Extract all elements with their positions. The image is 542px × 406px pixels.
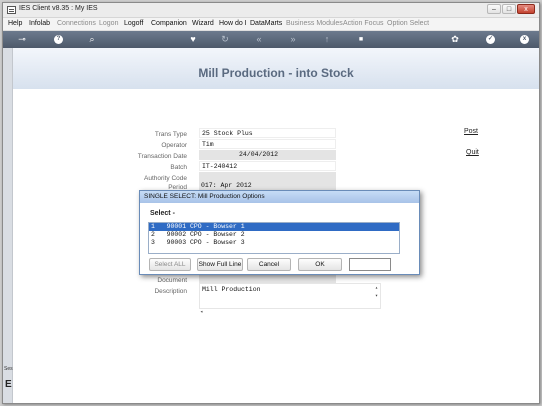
operator-field[interactable]: Tim xyxy=(199,139,336,149)
side-panel-icon: E xyxy=(5,379,12,390)
menu-logon[interactable]: Logon xyxy=(99,20,118,27)
dialog-button-bar: Select ALL Show Full Line Cancel OK xyxy=(142,258,416,271)
show-full-line-button[interactable]: Show Full Line xyxy=(197,258,243,271)
transaction-date-field[interactable]: 24/04/2012 xyxy=(199,150,336,160)
heart-icon[interactable]: ♥ xyxy=(188,33,198,46)
side-panel: Ses E xyxy=(3,48,13,403)
menu-business-modules[interactable]: Business Modules xyxy=(286,20,343,27)
batch-label: Batch xyxy=(170,164,187,171)
batch-field[interactable]: IT-240412 xyxy=(199,161,336,171)
search-icon[interactable]: ⌕ xyxy=(87,33,97,46)
description-text: Mill Production xyxy=(202,286,261,293)
document-label: Document xyxy=(157,277,187,284)
description-scrollbar[interactable]: ▴ ▾ xyxy=(373,284,380,308)
list-item[interactable]: 1 90001 CPO - Bowser 1 xyxy=(149,223,399,231)
menu-infolab[interactable]: Infolab xyxy=(29,20,50,27)
authority-code-label: Authority Code xyxy=(144,175,187,182)
menu-connections[interactable]: Connections xyxy=(57,20,96,27)
menu-help[interactable]: Help xyxy=(8,20,22,27)
page-banner: Mill Production - into Stock xyxy=(13,48,539,89)
window-title: IES Client v8.35 : My IES xyxy=(19,5,98,12)
menu-wizard[interactable]: Wizard xyxy=(192,20,214,27)
forward-icon[interactable]: » xyxy=(288,33,298,46)
page-title: Mill Production - into Stock xyxy=(198,66,354,80)
menu-companion[interactable]: Companion xyxy=(151,20,187,27)
menu-action-focus[interactable]: Action Focus xyxy=(343,20,383,27)
ok-icon[interactable]: ✓ xyxy=(486,35,495,44)
dialog-title: SINGLE SELECT: Mill Production Options xyxy=(140,191,419,203)
back-icon[interactable]: « xyxy=(254,33,264,46)
upload-icon[interactable]: ↑ xyxy=(322,33,332,46)
options-list[interactable]: 1 90001 CPO - Bowser 1 2 90002 CPO - Bow… xyxy=(148,222,400,254)
menu-logoff[interactable]: Logoff xyxy=(124,20,143,27)
title-bar: IES Client v8.35 : My IES – □ x xyxy=(3,3,539,18)
help-icon[interactable]: ? xyxy=(54,35,63,44)
minimize-button[interactable]: – xyxy=(487,4,501,14)
dialog-prompt: Select - xyxy=(150,210,175,217)
dialog-input[interactable] xyxy=(349,258,391,271)
key-icon[interactable]: ⊸ xyxy=(15,33,29,46)
post-link[interactable]: Post xyxy=(464,128,478,135)
description-hscrollbar[interactable]: ◂ xyxy=(200,309,382,317)
list-item[interactable]: 3 90003 CPO - Bowser 3 xyxy=(149,239,399,247)
select-dialog: SINGLE SELECT: Mill Production Options S… xyxy=(139,190,420,275)
list-item[interactable]: 2 90002 CPO - Bowser 2 xyxy=(149,231,399,239)
menu-how-do-i[interactable]: How do I xyxy=(219,20,247,27)
stop-icon[interactable]: ■ xyxy=(356,33,366,46)
cancel-button[interactable]: Cancel xyxy=(247,258,291,271)
maximize-button[interactable]: □ xyxy=(502,4,516,14)
description-label: Description xyxy=(154,288,187,295)
close-window-button[interactable]: x xyxy=(517,4,535,14)
app-icon xyxy=(7,6,16,14)
menu-option-select[interactable]: Option Select xyxy=(387,20,429,27)
menu-bar: Help Infolab Connections Logon Logoff Co… xyxy=(3,18,539,31)
app-window: IES Client v8.35 : My IES – □ x Help Inf… xyxy=(2,2,540,404)
operator-label: Operator xyxy=(161,142,187,149)
refresh-icon[interactable]: ↻ xyxy=(220,33,230,46)
close-icon[interactable]: x xyxy=(520,35,529,44)
description-field[interactable]: Mill Production ▴ ▾ ◂ xyxy=(199,283,381,315)
transaction-date-label: Transaction Date xyxy=(137,153,187,160)
ok-button[interactable]: OK xyxy=(298,258,342,271)
toolbar: ⊸ ? ⌕ ♥ ↻ « » ↑ ■ ✿ ✓ x xyxy=(3,31,539,48)
trans-type-field[interactable]: 25 Stock Plus xyxy=(199,128,336,138)
select-all-button[interactable]: Select ALL xyxy=(149,258,191,271)
quit-link[interactable]: Quit xyxy=(466,149,479,156)
settings-icon[interactable]: ✿ xyxy=(450,33,460,46)
side-panel-label: Ses xyxy=(4,366,13,372)
trans-type-label: Trans Type xyxy=(154,131,187,138)
menu-datamarts[interactable]: DataMarts xyxy=(250,20,282,27)
